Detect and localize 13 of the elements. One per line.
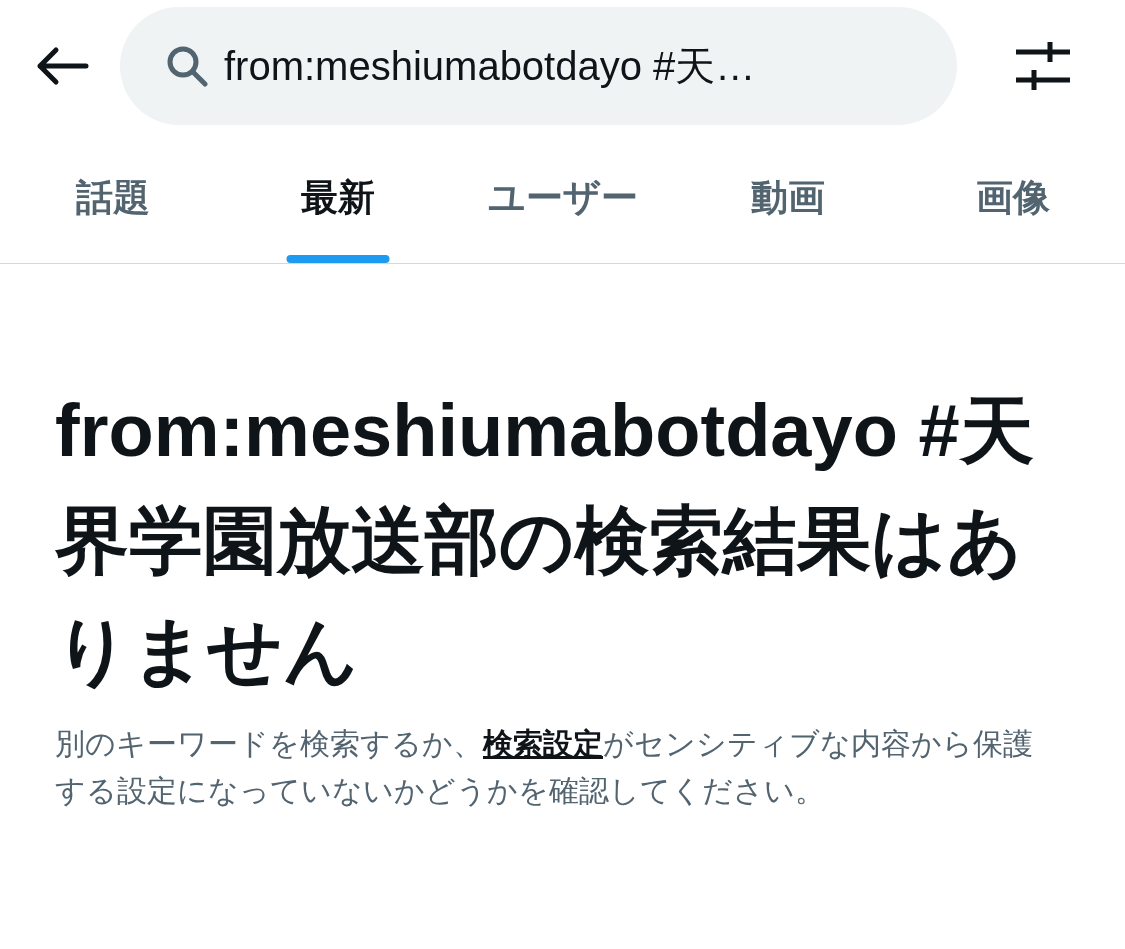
search-field[interactable]: from:meshiumabotdayo #天… <box>120 7 957 125</box>
empty-state-description: 別のキーワードを検索するか、検索設定がセンシティブな内容から保護する設定になっていないかどうかを確認してください。 <box>55 726 1034 809</box>
search-settings-link[interactable]: 検索設定 <box>483 727 603 760</box>
sliders-icon <box>1014 40 1070 92</box>
tab[interactable]: ユーザー <box>450 132 675 263</box>
search-icon <box>166 45 208 87</box>
tab[interactable]: 最新 <box>225 132 450 263</box>
empty-state-title: from:meshiumabotdayo #天界学園放送部の検索結果はありません <box>55 388 1035 694</box>
tab[interactable]: 動画 <box>675 132 900 263</box>
filter-button[interactable] <box>1014 40 1070 92</box>
tab[interactable]: 話題 <box>0 132 225 263</box>
tab[interactable]: 画像 <box>900 132 1125 263</box>
search-query: from:meshiumabotdayo #天… <box>224 43 756 90</box>
